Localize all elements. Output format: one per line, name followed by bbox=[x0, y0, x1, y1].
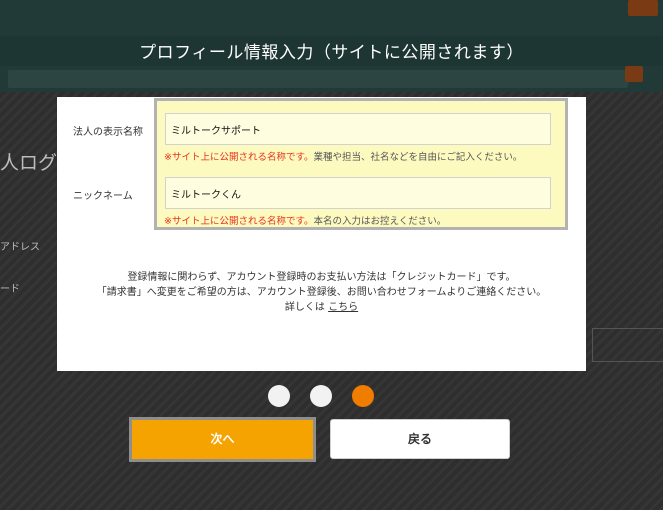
nickname-label: ニックネーム bbox=[73, 191, 133, 202]
payment-info-line-2: 「請求書」へ変更をご希望の方は、アカウント登録後、お問い合わせフォームよりご連絡… bbox=[96, 287, 547, 298]
step-dot-1 bbox=[268, 385, 290, 407]
company-name-note-text: 業種や担当、社名などを自由にご記入ください。 bbox=[313, 152, 523, 163]
back-button[interactable]: 戻る bbox=[330, 419, 510, 459]
payment-info-line-3: 詳しくは こちら bbox=[57, 298, 586, 313]
background-label-address: アドレス bbox=[0, 242, 40, 253]
background-label-password: ード bbox=[0, 284, 20, 295]
step-dot-2 bbox=[310, 385, 332, 407]
nickname-input[interactable] bbox=[165, 177, 551, 209]
payment-info-line-1: 登録情報に関わらず、アカウント登録時のお支払い方法は「クレジットカード」です。 bbox=[127, 272, 516, 283]
nickname-note: ※サイト上に公開される名称です。本名の入力はお控えください。 bbox=[164, 213, 446, 227]
nickname-note-highlight: ※サイト上に公開される名称です。 bbox=[164, 216, 314, 227]
details-link[interactable]: こちら bbox=[328, 302, 358, 313]
company-name-note-highlight: ※サイト上に公開される名称です。 bbox=[164, 152, 314, 163]
background-search-bar bbox=[8, 70, 628, 88]
company-name-label: 法人の表示名称 bbox=[73, 127, 143, 138]
modal-title: プロフィール情報入力（サイトに公開されます） bbox=[139, 43, 524, 63]
details-prefix: 詳しくは bbox=[284, 302, 325, 313]
company-name-note: ※サイト上に公開される名称です。業種や担当、社名などを自由にご記入ください。 bbox=[164, 149, 522, 163]
background-box bbox=[592, 328, 663, 362]
background-orange-icon bbox=[625, 66, 643, 82]
next-button[interactable]: 次へ bbox=[129, 417, 316, 462]
nickname-note-text: 本名の入力はお控えください。 bbox=[313, 216, 447, 227]
background-orange-button bbox=[628, 0, 658, 16]
company-name-input[interactable] bbox=[165, 113, 551, 145]
step-dot-3-active bbox=[352, 385, 374, 407]
